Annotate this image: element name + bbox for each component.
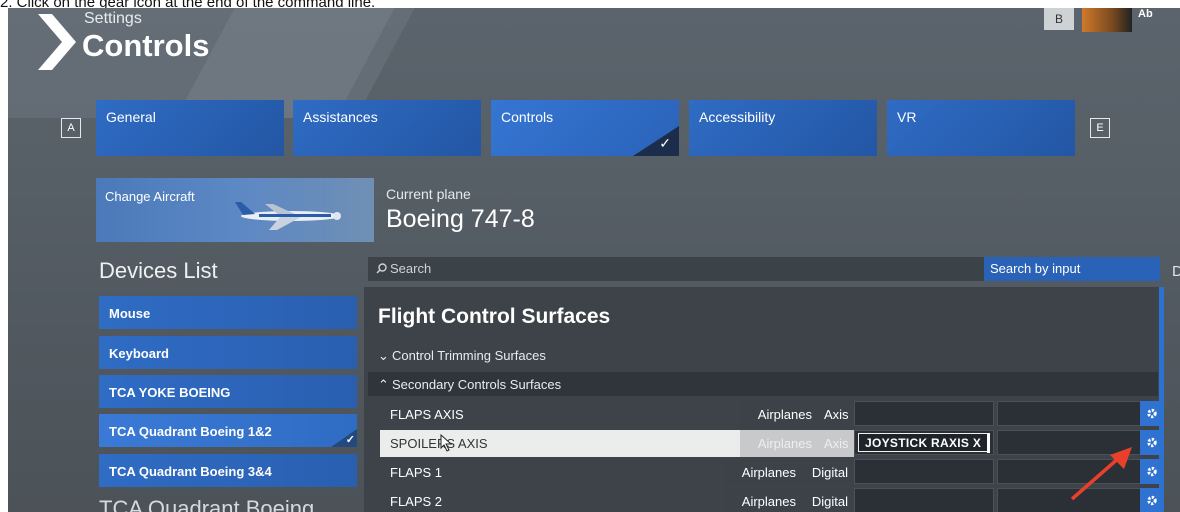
binding-row-flaps-axis[interactable]: FLAPS AXIS Airplanes Axis — [380, 401, 1164, 428]
group-label: Control Trimming Surfaces — [392, 348, 546, 363]
device-mouse[interactable]: Mouse — [99, 296, 357, 329]
tab-general[interactable]: General — [96, 100, 284, 156]
search-placeholder: Search — [390, 261, 432, 276]
airplane-icon — [235, 202, 341, 230]
settings-screen: Settings Controls B Ab A E General Assis… — [8, 8, 1180, 512]
device-keyboard[interactable]: Keyboard — [99, 336, 357, 369]
tab-label: Controls — [501, 109, 554, 125]
chevron-down-icon: ⌄ — [378, 348, 389, 363]
device-tca-yoke[interactable]: TCA YOKE BOEING — [99, 375, 357, 408]
input-type-tag: Axis — [818, 401, 854, 428]
group-secondary-controls[interactable]: ⌃ Secondary Controls Surfaces — [368, 372, 1158, 396]
current-plane-label: Current plane — [386, 186, 471, 202]
action-name: FLAPS 1 — [390, 465, 443, 480]
text-cursor — [987, 433, 990, 453]
avatar[interactable] — [1082, 8, 1132, 32]
tab-label: VR — [897, 109, 917, 125]
current-plane-name: Boeing 747-8 — [386, 205, 535, 233]
device-label: TCA Quadrant Boeing 1&2 — [109, 424, 272, 439]
action-name: FLAPS 2 — [390, 494, 443, 509]
tab-label: Assistances — [303, 109, 378, 125]
devices-list-title: Devices List — [99, 258, 218, 283]
category-tag: Airplanes — [740, 401, 818, 428]
device-label: Mouse — [109, 306, 151, 321]
search-by-input-button[interactable]: Search by input — [984, 257, 1160, 281]
binding-row-spoilers-axis[interactable]: SPOILERS AXIS Airplanes Axis JOYSTICK RA… — [380, 430, 1164, 457]
group-label: Secondary Controls Surfaces — [392, 377, 562, 392]
device-section-heading: TCA Quadrant Boeing — [99, 496, 315, 512]
tab-label: General — [106, 109, 156, 125]
key-hint-right[interactable]: E — [1090, 118, 1110, 138]
tab-vr[interactable]: VR — [887, 100, 1075, 156]
tab-accessibility[interactable]: Accessibility — [689, 100, 877, 156]
device-label: TCA YOKE BOEING — [109, 385, 231, 400]
binding-row-flaps-2[interactable]: FLAPS 2 Airplanes Digital — [380, 488, 1164, 512]
binding-slot-primary[interactable]: JOYSTICK RAXIS X — [854, 430, 994, 455]
input-type-tag: Digital — [802, 459, 854, 486]
binding-slot-secondary[interactable] — [997, 401, 1141, 426]
scrollbar[interactable] — [1159, 287, 1164, 512]
truncated-heading: D — [1172, 263, 1180, 280]
username: Ab — [1138, 8, 1153, 20]
mouse-pointer-icon — [440, 434, 453, 452]
key-hint-left[interactable]: A — [61, 118, 81, 138]
action-name: FLAPS AXIS — [390, 407, 464, 422]
category-tag: Airplanes — [724, 459, 802, 486]
check-icon: ✓ — [345, 434, 355, 446]
check-icon: ✓ — [659, 135, 671, 151]
tab-label: Accessibility — [699, 109, 776, 125]
binding-slot-primary[interactable] — [854, 459, 994, 484]
red-arrow-icon — [1070, 447, 1132, 501]
category-tag: Airplanes — [724, 488, 802, 512]
binding-row-flaps-1[interactable]: FLAPS 1 Airplanes Digital — [380, 459, 1164, 486]
instruction-caption: 2. Click on the gear icon at the end of … — [0, 0, 376, 11]
page-title: Controls — [82, 28, 210, 63]
breadcrumb: Settings — [84, 10, 142, 27]
change-aircraft-label: Change Aircraft — [105, 189, 195, 204]
search-input[interactable]: Search — [368, 257, 984, 281]
binding-slot-primary[interactable] — [854, 488, 994, 512]
input-type-tag: Axis — [818, 430, 854, 457]
assigned-binding: JOYSTICK RAXIS X — [858, 433, 989, 452]
tab-assistances[interactable]: Assistances — [293, 100, 481, 156]
device-tca-quadrant-34[interactable]: TCA Quadrant Boeing 3&4 — [99, 454, 357, 487]
category-tag: Airplanes — [740, 430, 818, 457]
chevron-up-icon: ⌃ — [378, 377, 389, 392]
group-control-trimming[interactable]: ⌄ Control Trimming Surfaces — [368, 343, 1158, 367]
change-aircraft-button[interactable]: Change Aircraft — [96, 178, 374, 242]
action-name: SPOILERS AXIS — [380, 430, 740, 457]
bindings-panel: Flight Control Surfaces ⌄ Control Trimmin… — [364, 287, 1164, 512]
input-type-tag: Digital — [802, 488, 854, 512]
selected-corner — [633, 126, 679, 156]
device-tca-quadrant-12[interactable]: TCA Quadrant Boeing 1&2 ✓ — [99, 414, 357, 447]
binding-slot-primary[interactable] — [854, 401, 994, 426]
tab-controls[interactable]: Controls ✓ — [491, 100, 679, 156]
category-title: Flight Control Surfaces — [378, 305, 611, 328]
chevron-logo-icon — [38, 14, 76, 70]
key-hint-b[interactable]: B — [1044, 8, 1074, 30]
search-icon — [376, 263, 387, 274]
device-label: Keyboard — [109, 346, 169, 361]
device-label: TCA Quadrant Boeing 3&4 — [109, 464, 272, 479]
